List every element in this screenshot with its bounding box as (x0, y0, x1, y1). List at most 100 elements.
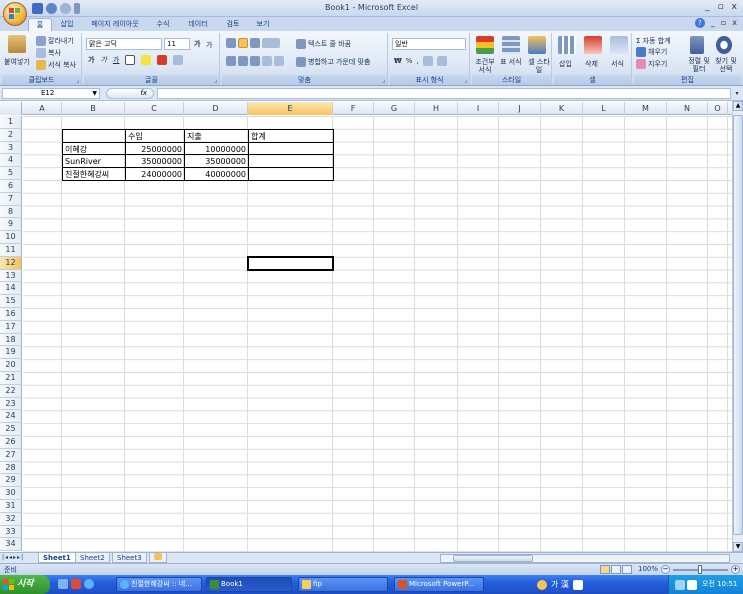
table-header-cell[interactable]: 수입 (125, 128, 185, 143)
align-top-icon[interactable] (226, 38, 236, 48)
bold-button[interactable]: 가 (88, 55, 94, 65)
tab-review[interactable]: 검토 (222, 18, 244, 31)
sort-filter-button[interactable]: 정렬 및 필터 (686, 57, 712, 73)
row-header-7[interactable]: 7 (0, 192, 22, 206)
show-desktop-icon[interactable] (58, 579, 68, 589)
font-launcher-icon[interactable]: ⌟ (214, 77, 217, 84)
align-right-icon[interactable] (250, 56, 260, 66)
name-box[interactable]: E12 ▼ (2, 88, 100, 99)
find-select-button[interactable]: 찾기 및 선택 (712, 57, 740, 73)
row-header-26[interactable]: 26 (0, 436, 22, 449)
number-launcher-icon[interactable]: ⌟ (464, 77, 467, 84)
column-header-e[interactable]: E (248, 102, 333, 115)
number-format-select[interactable]: 일반 (392, 38, 466, 50)
scroll-up-icon[interactable]: ▲ (733, 101, 743, 111)
row-header-11[interactable]: 11 (0, 244, 22, 257)
font-color-icon[interactable] (157, 55, 168, 65)
wrap-text-button[interactable]: 텍스트 줄 바꿈 (296, 39, 351, 49)
scroll-down-icon[interactable]: ▼ (733, 542, 743, 552)
column-header-b[interactable]: B (62, 102, 125, 115)
table-cell[interactable] (248, 167, 334, 181)
table-cell[interactable]: 35000000 (125, 154, 185, 169)
fill-color-icon[interactable] (141, 55, 152, 65)
cell-styles-icon[interactable] (528, 36, 546, 54)
delete-cells-button[interactable]: 삭제 (585, 59, 598, 69)
column-header-h[interactable]: H (415, 102, 458, 115)
workbook-minimize-button[interactable]: _ (711, 18, 715, 28)
zoom-out-button[interactable]: − (661, 565, 670, 574)
normal-view-button[interactable] (600, 565, 610, 574)
align-bottom-icon[interactable] (250, 38, 260, 48)
phonetic-icon[interactable] (173, 55, 184, 65)
taskbar-item-powerpoint[interactable]: Microsoft PowerP... (394, 577, 484, 592)
font-size-select[interactable]: 11 (164, 38, 190, 50)
row-header-19[interactable]: 19 (0, 346, 22, 360)
row-header-27[interactable]: 27 (0, 448, 22, 462)
table-cell[interactable]: 이혜강 (62, 141, 126, 156)
cut-button[interactable]: 잘라내기 (36, 36, 74, 46)
row-header-21[interactable]: 21 (0, 372, 22, 385)
increase-indent-icon[interactable] (274, 56, 284, 66)
table-cell[interactable]: 25000000 (125, 141, 185, 156)
table-cell[interactable]: SunRiver (62, 154, 126, 169)
clipboard-launcher-icon[interactable]: ⌟ (76, 77, 79, 84)
zoom-in-button[interactable]: + (731, 565, 740, 574)
borders-icon[interactable] (125, 55, 136, 65)
expand-formula-bar-icon[interactable]: ▾ (733, 88, 741, 99)
row-header-13[interactable]: 13 (0, 269, 22, 283)
column-header-m[interactable]: M (625, 102, 667, 115)
increase-decimal-icon[interactable] (422, 56, 433, 66)
conditional-format-button[interactable]: 조건부 서식 (472, 58, 498, 74)
taskbar-item-folder[interactable]: fip (298, 577, 388, 592)
shrink-font-button[interactable]: 가 (206, 40, 212, 50)
row-header-15[interactable]: 15 (0, 295, 22, 308)
align-middle-icon[interactable] (238, 38, 248, 48)
paste-icon[interactable] (8, 35, 26, 53)
table-cell[interactable]: 40000000 (184, 167, 249, 181)
select-all-corner[interactable] (0, 102, 22, 115)
table-cell[interactable]: 35000000 (184, 154, 249, 169)
currency-button[interactable]: ₩ (394, 57, 402, 65)
column-header-l[interactable]: L (583, 102, 625, 115)
table-cell[interactable] (248, 154, 334, 169)
tab-page-layout[interactable]: 페이지 레이아웃 (84, 18, 146, 31)
maximize-button[interactable]: ▫ (718, 2, 724, 12)
row-header-6[interactable]: 6 (0, 180, 22, 193)
column-header-o[interactable]: O (708, 102, 728, 115)
cell-styles-button[interactable]: 셀 스타일 (526, 58, 552, 74)
close-button[interactable]: x (732, 2, 737, 12)
column-header-d[interactable]: D (184, 102, 248, 115)
vertical-scrollbar[interactable]: ▲ ▼ (732, 101, 743, 552)
font-name-select[interactable]: 맑은 고딕 (86, 38, 162, 50)
worksheet-grid[interactable]: ABCDEFGHIJKLMNO 1 2 3 4 5 6 7 8 9 10 11 12 13 14 15 16 1… (0, 102, 732, 552)
row-header-33[interactable]: 33 (0, 525, 22, 539)
row-header-25[interactable]: 25 (0, 423, 22, 436)
format-painter-button[interactable]: 서식 복사 (36, 60, 76, 70)
minimize-button[interactable]: _ (705, 2, 710, 12)
copy-button[interactable]: 복사 (36, 48, 61, 58)
sheet-nav-arrows-icon[interactable]: |◂◂▸▸| (2, 553, 24, 563)
comma-button[interactable]: , (416, 57, 418, 65)
sheet-tab-1[interactable]: Sheet1 (38, 553, 76, 563)
row-header-10[interactable]: 10 (0, 231, 22, 244)
row-header-1[interactable]: 1 (0, 116, 22, 129)
format-cells-button[interactable]: 서식 (611, 59, 624, 69)
row-header-31[interactable]: 31 (0, 500, 22, 513)
autosum-button[interactable]: Σ 자동 합계 (636, 36, 671, 46)
tab-data[interactable]: 데이터 (184, 18, 212, 31)
taskbar-item-browser[interactable]: 친절한혜강씨 :: 네... (116, 577, 202, 592)
row-header-24[interactable]: 24 (0, 410, 22, 424)
row-header-34[interactable]: 34 (0, 538, 22, 552)
row-header-2[interactable]: 2 (0, 128, 22, 142)
row-header-18[interactable]: 18 (0, 333, 22, 347)
column-header-c[interactable]: C (125, 102, 184, 115)
row-header-22[interactable]: 22 (0, 384, 22, 398)
insert-function-button[interactable]: fx (106, 88, 154, 99)
table-cell[interactable]: 24000000 (125, 167, 185, 181)
name-box-dropdown-icon[interactable]: ▼ (92, 89, 97, 98)
orientation-icon[interactable] (262, 38, 280, 48)
horizontal-scrollbar[interactable] (440, 554, 730, 563)
row-header-16[interactable]: 16 (0, 308, 22, 321)
help-icon[interactable]: ? (694, 18, 705, 28)
row-header-3[interactable]: 3 (0, 141, 22, 155)
